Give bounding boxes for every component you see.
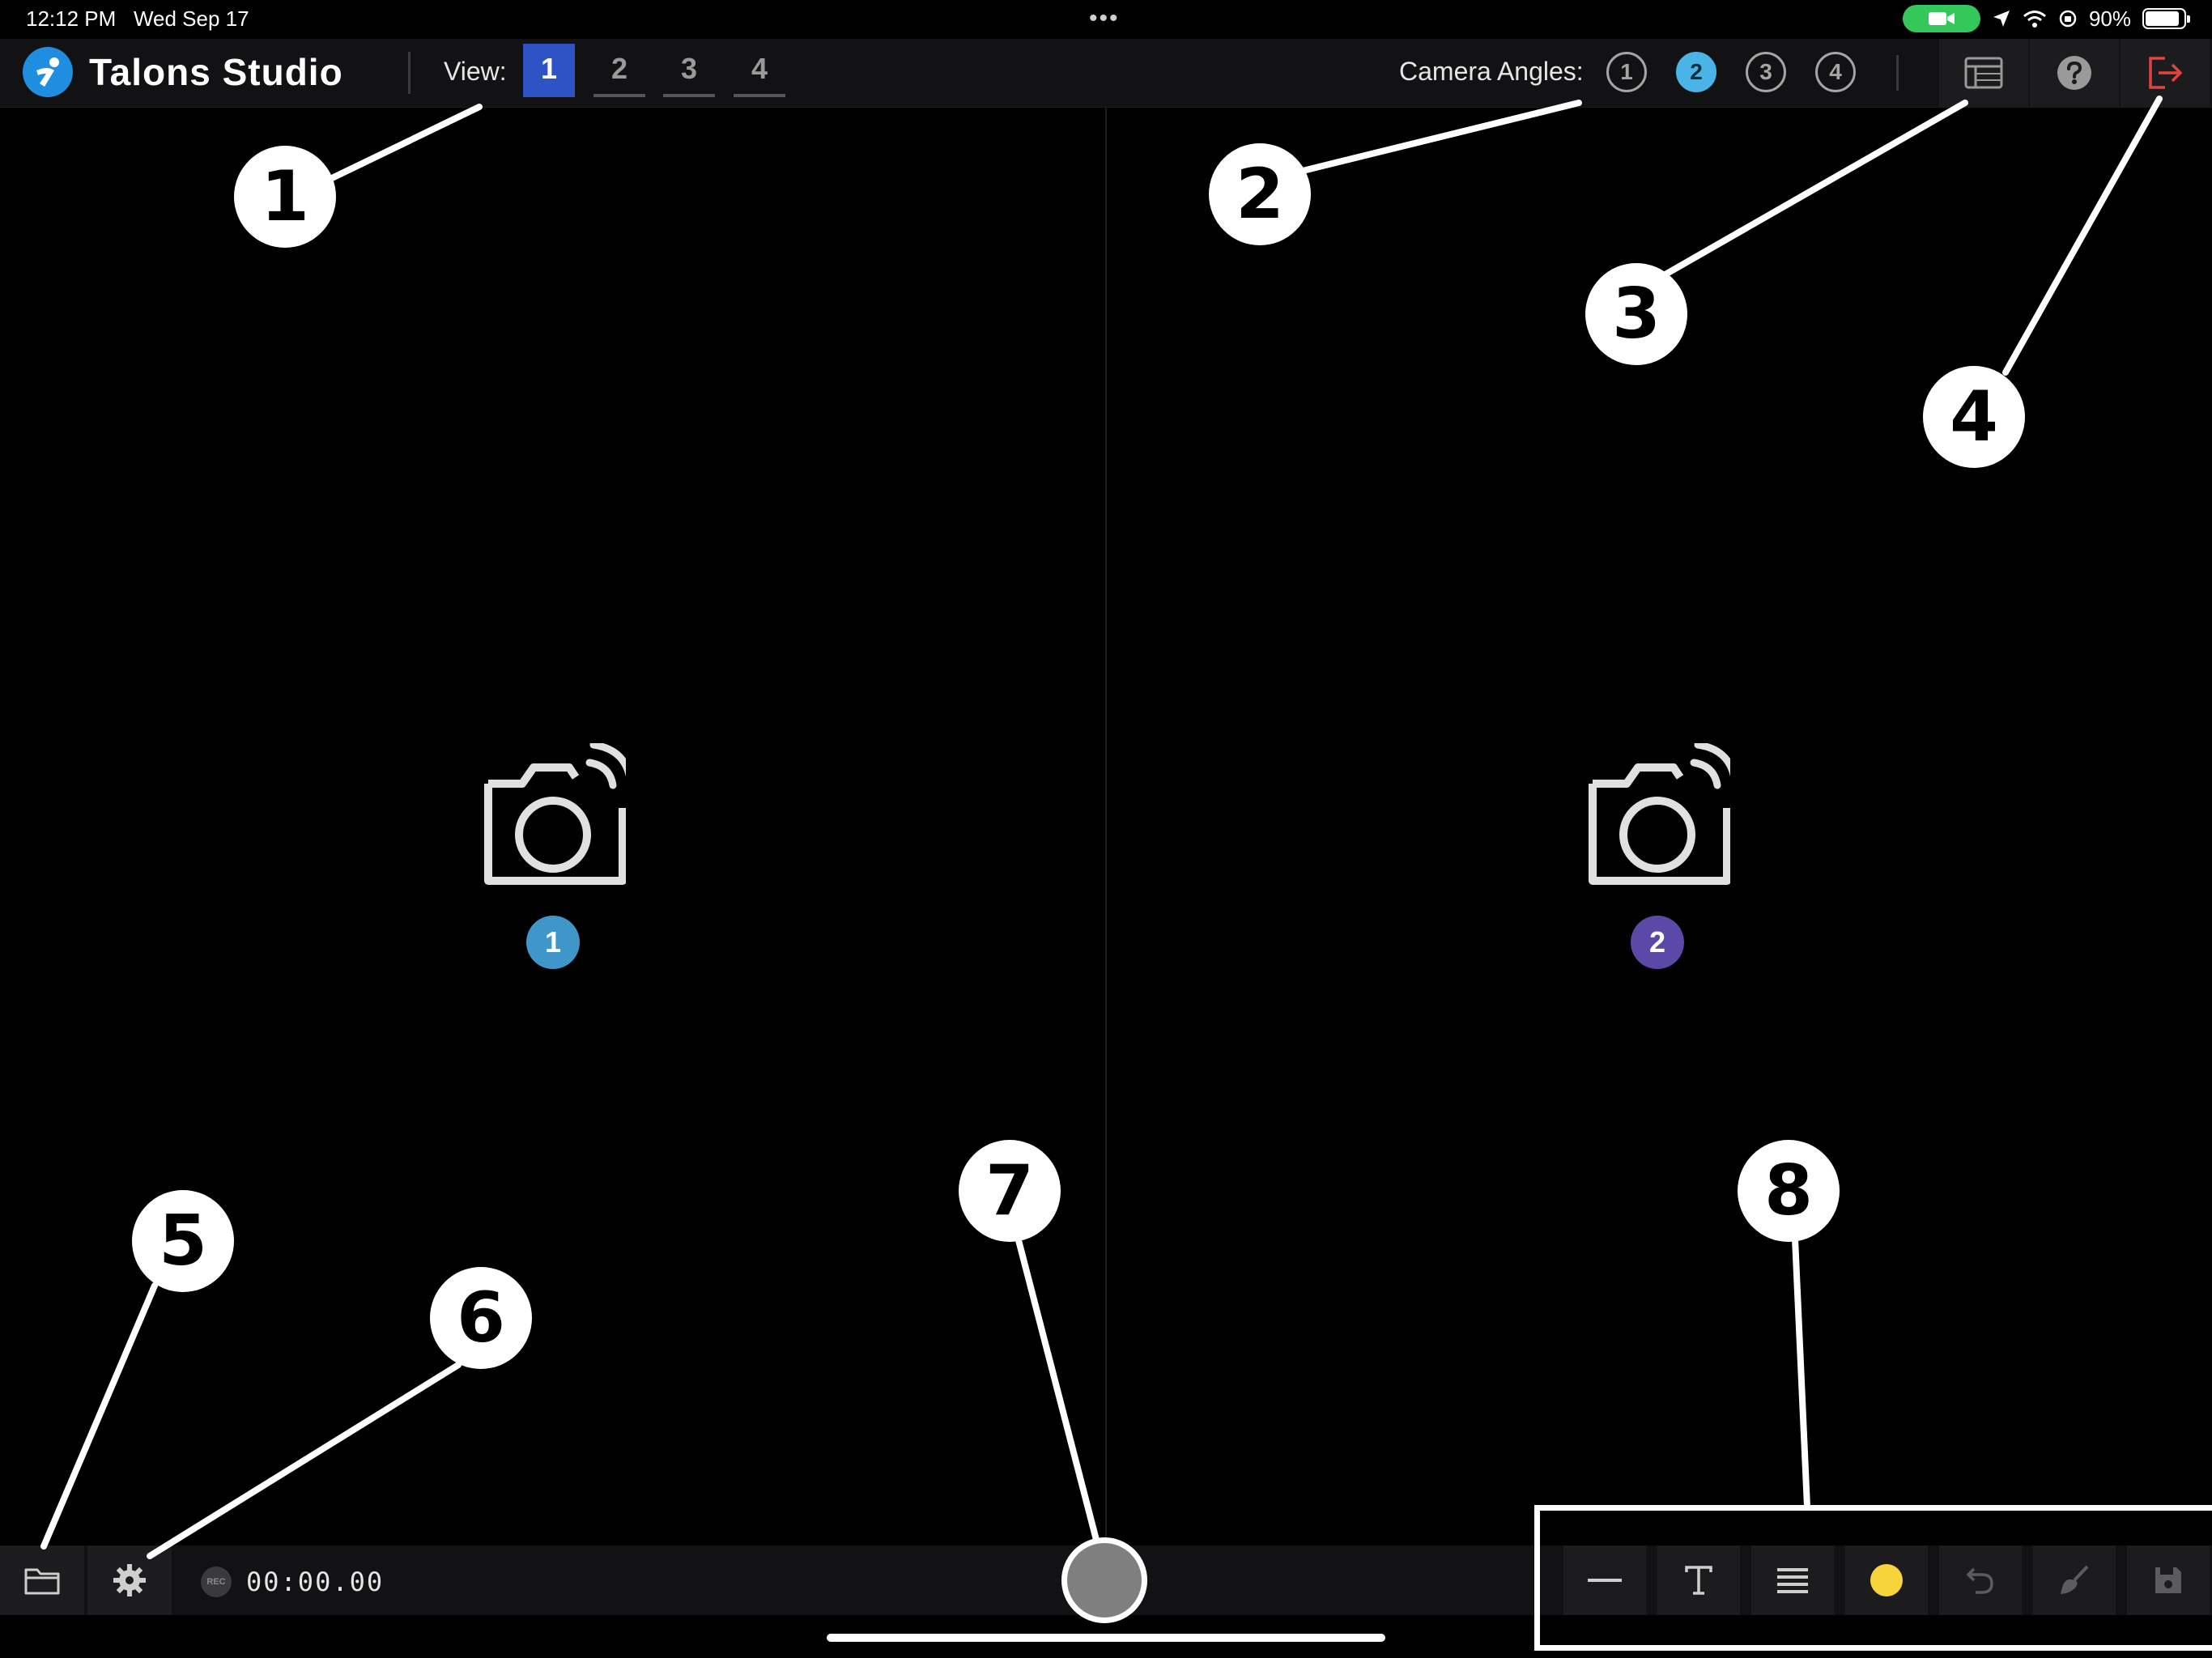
callout-2: 2 bbox=[1209, 143, 1311, 245]
callout-8: 8 bbox=[1738, 1140, 1840, 1242]
callout-3: 3 bbox=[1585, 263, 1687, 365]
callout-4: 4 bbox=[1923, 366, 2025, 468]
callout-5: 5 bbox=[132, 1190, 234, 1292]
callout-leader-lines bbox=[40, 96, 2163, 1559]
callout-7: 7 bbox=[959, 1140, 1061, 1242]
drawing-tools-highlight bbox=[1534, 1505, 2212, 1651]
callout-6: 6 bbox=[430, 1267, 532, 1369]
callout-1: 1 bbox=[234, 146, 336, 248]
